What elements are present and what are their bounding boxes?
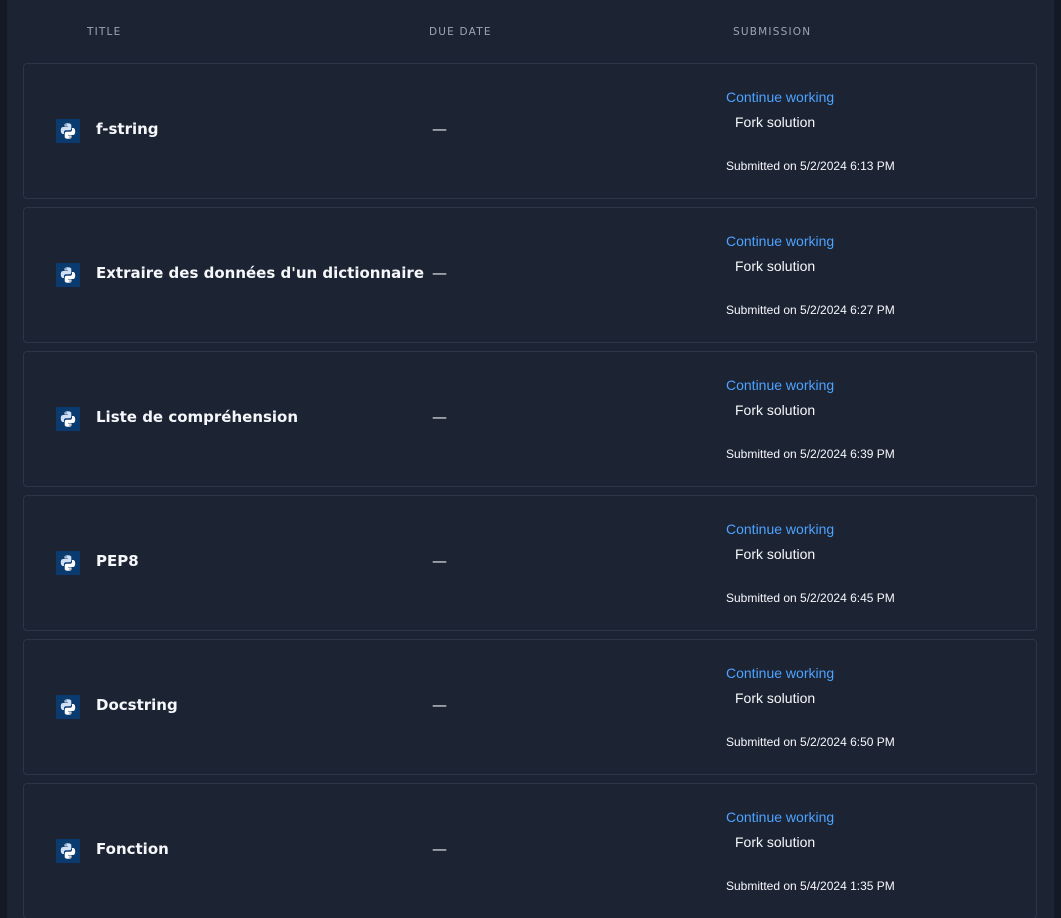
due-date: — bbox=[432, 264, 447, 282]
assignment-title[interactable]: f-string bbox=[96, 120, 159, 138]
assignments-panel: TITLE DUE DATE SUBMISSION f-string — Con… bbox=[7, 0, 1054, 918]
assignment-title[interactable]: Extraire des données d'un dictionnaire bbox=[96, 264, 424, 282]
due-date: — bbox=[432, 120, 447, 138]
table-row[interactable]: f-string — Continue working Fork solutio… bbox=[23, 63, 1037, 199]
column-header-title[interactable]: TITLE bbox=[87, 26, 121, 38]
python-logo-icon bbox=[56, 695, 80, 719]
table-row[interactable]: PEP8 — Continue working Fork solution Su… bbox=[23, 495, 1037, 631]
python-logo-icon bbox=[56, 551, 80, 575]
assignment-title[interactable]: PEP8 bbox=[96, 552, 139, 570]
fork-solution-button[interactable]: Fork solution bbox=[735, 690, 815, 706]
submitted-timestamp: Submitted on 5/2/2024 6:27 PM bbox=[726, 303, 895, 317]
column-header-submission[interactable]: SUBMISSION bbox=[733, 26, 811, 38]
continue-working-link[interactable]: Continue working bbox=[726, 809, 834, 825]
submitted-timestamp: Submitted on 5/2/2024 6:39 PM bbox=[726, 447, 895, 461]
submitted-timestamp: Submitted on 5/2/2024 6:45 PM bbox=[726, 591, 895, 605]
python-logo-icon bbox=[56, 263, 80, 287]
submitted-timestamp: Submitted on 5/4/2024 1:35 PM bbox=[726, 879, 895, 893]
fork-solution-button[interactable]: Fork solution bbox=[735, 114, 815, 130]
table-row[interactable]: Fonction — Continue working Fork solutio… bbox=[23, 783, 1037, 918]
table-row[interactable]: Extraire des données d'un dictionnaire —… bbox=[23, 207, 1037, 343]
due-date: — bbox=[432, 840, 447, 858]
due-date: — bbox=[432, 696, 447, 714]
submitted-timestamp: Submitted on 5/2/2024 6:50 PM bbox=[726, 735, 895, 749]
assignment-list: f-string — Continue working Fork solutio… bbox=[23, 63, 1037, 918]
assignment-title[interactable]: Liste de compréhension bbox=[96, 408, 298, 426]
continue-working-link[interactable]: Continue working bbox=[726, 377, 834, 393]
assignment-title[interactable]: Fonction bbox=[96, 840, 169, 858]
table-row[interactable]: Docstring — Continue working Fork soluti… bbox=[23, 639, 1037, 775]
fork-solution-button[interactable]: Fork solution bbox=[735, 834, 815, 850]
fork-solution-button[interactable]: Fork solution bbox=[735, 546, 815, 562]
due-date: — bbox=[432, 408, 447, 426]
continue-working-link[interactable]: Continue working bbox=[726, 89, 834, 105]
submitted-timestamp: Submitted on 5/2/2024 6:13 PM bbox=[726, 159, 895, 173]
due-date: — bbox=[432, 552, 447, 570]
python-logo-icon bbox=[56, 119, 80, 143]
continue-working-link[interactable]: Continue working bbox=[726, 233, 834, 249]
assignment-title[interactable]: Docstring bbox=[96, 696, 178, 714]
column-header-due-date[interactable]: DUE DATE bbox=[429, 26, 492, 38]
python-logo-icon bbox=[56, 839, 80, 863]
table-row[interactable]: Liste de compréhension — Continue workin… bbox=[23, 351, 1037, 487]
table-header: TITLE DUE DATE SUBMISSION bbox=[7, 0, 1054, 60]
fork-solution-button[interactable]: Fork solution bbox=[735, 258, 815, 274]
continue-working-link[interactable]: Continue working bbox=[726, 521, 834, 537]
continue-working-link[interactable]: Continue working bbox=[726, 665, 834, 681]
fork-solution-button[interactable]: Fork solution bbox=[735, 402, 815, 418]
python-logo-icon bbox=[56, 407, 80, 431]
